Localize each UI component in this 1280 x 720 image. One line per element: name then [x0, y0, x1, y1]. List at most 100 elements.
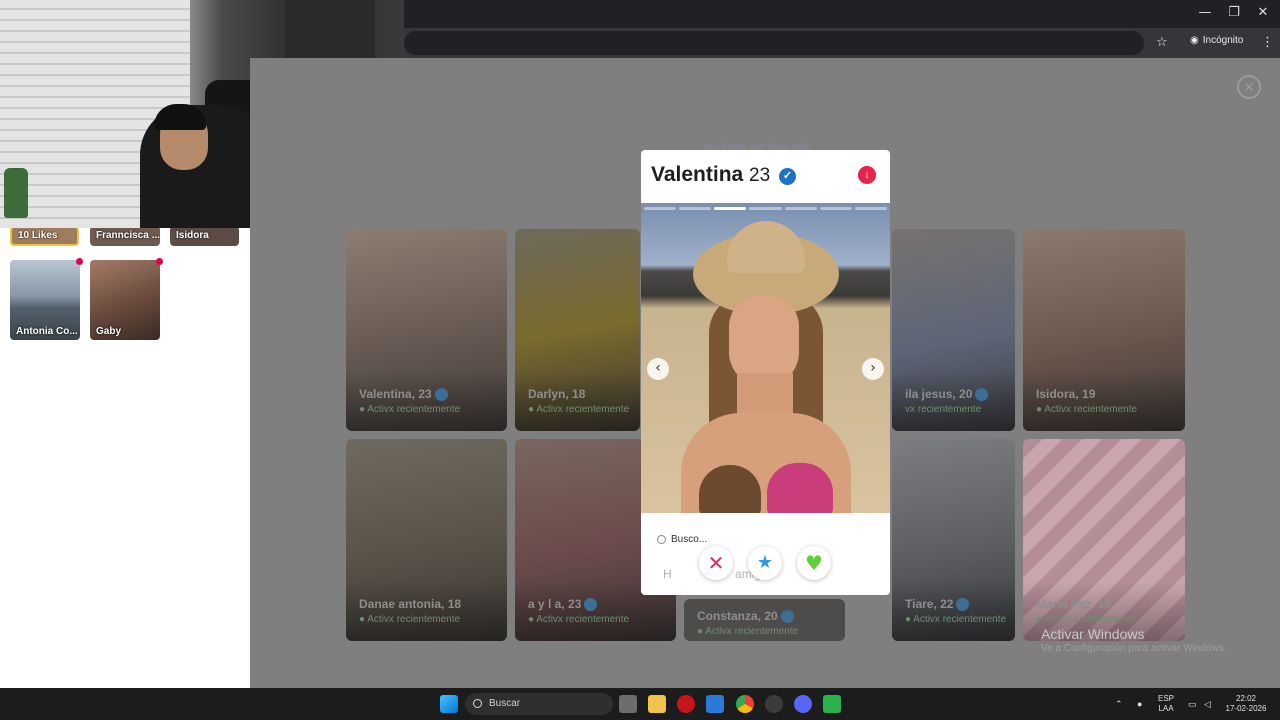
task-view-icon[interactable]: [619, 695, 637, 713]
photo-progress-segment: [854, 207, 887, 210]
photo-progress-segment: [644, 207, 677, 210]
match-tile[interactable]: Gaby: [90, 260, 160, 340]
like-card[interactable]: ila jesus, 20 vx recientemente: [892, 229, 1015, 431]
card-status: ● Activx recientemente: [528, 404, 630, 415]
photo-progress-segment: [819, 207, 852, 210]
windows-taskbar: Buscar ⌃ ● ESP LAA ▭ ◁ 22:02 17-02-2026: [0, 688, 1280, 720]
bookmark-star-icon[interactable]: ☆: [1156, 35, 1168, 50]
start-button[interactable]: [440, 695, 458, 713]
app-icon[interactable]: [706, 695, 724, 713]
match-tile-label: Franncisca ...: [96, 230, 160, 241]
like-card[interactable]: Constanza, 20 ● Activx recientemente: [684, 599, 845, 641]
photo-progress-segment: [784, 207, 817, 210]
profile-age: 23: [749, 165, 771, 186]
match-tile-label: Antonia Co...: [16, 326, 78, 337]
chrome-icon[interactable]: [736, 695, 754, 713]
new-match-dot: [76, 258, 83, 265]
microphone-icon[interactable]: ●: [1137, 699, 1142, 709]
verified-icon: [584, 598, 598, 611]
card-name: Darlyn, 18: [528, 387, 586, 401]
address-bar[interactable]: [404, 31, 1144, 55]
app-icon[interactable]: [823, 695, 841, 713]
discord-icon[interactable]: [794, 695, 812, 713]
like-card[interactable]: Tiare, 22 ● Activx recientemente: [892, 439, 1015, 641]
like-card[interactable]: Valentina, 23 ● Activx recientemente: [346, 229, 507, 431]
photo-progress-segment: [749, 207, 782, 210]
card-shade: [892, 581, 1015, 641]
match-tile[interactable]: Isidora: [170, 226, 239, 246]
card-shade: [515, 371, 640, 431]
profile-title: Valentina 23 ✓: [651, 163, 797, 187]
likes-tile[interactable]: 10 Likes: [10, 226, 79, 246]
language-indicator[interactable]: ESP LAA: [1158, 694, 1174, 714]
card-status: ● Activx recientemente: [359, 404, 461, 415]
heart-icon: ♥: [805, 551, 823, 575]
card-name: ila jesus, 20: [905, 387, 989, 401]
card-name: Constanza, 20: [697, 609, 794, 623]
nope-button[interactable]: ✕: [699, 546, 733, 580]
card-shade: [1023, 371, 1185, 431]
new-match-dot: [156, 258, 163, 265]
previous-photo-icon[interactable]: ‹: [647, 358, 669, 380]
like-card[interactable]: Isidora, 19 ● Activx recientemente: [1023, 229, 1185, 431]
card-status: ● Activx recientemente: [1036, 404, 1138, 415]
like-card[interactable]: Danae antonia, 18 ● Activx recientemente: [346, 439, 507, 641]
photo-hat-crown: [727, 221, 805, 273]
nope-icon: ✕: [707, 551, 725, 575]
maximize-button[interactable]: ❐: [1224, 5, 1244, 20]
opera-icon[interactable]: [677, 695, 695, 713]
profile-photo[interactable]: ‹ ›: [641, 203, 890, 513]
activate-windows-subtitle: Ve a Configuración para activar Windows.: [1041, 643, 1227, 654]
looking-for-row: Busco...: [657, 534, 707, 545]
chrome-incognito-icon[interactable]: [765, 695, 783, 713]
search-icon: [657, 535, 666, 544]
tray-expand-icon[interactable]: ⌃: [1115, 699, 1123, 709]
browser-menu-icon[interactable]: ⋮: [1261, 35, 1274, 50]
close-overlay-icon[interactable]: ✕: [1237, 75, 1261, 99]
card-name: Valentina, 23: [359, 387, 448, 401]
match-tile[interactable]: Franncisca ...: [90, 226, 160, 246]
clock[interactable]: 22:02 17-02-2026: [1222, 694, 1270, 714]
card-shade: [346, 581, 507, 641]
card-name: Isidora, 19: [1036, 387, 1096, 401]
card-shade: [346, 371, 507, 431]
search-icon: [473, 699, 482, 708]
verified-check-icon: ✓: [779, 168, 797, 185]
card-status: ● Activx recientemente: [528, 614, 630, 625]
verified-icon: [956, 598, 970, 611]
match-tile-label: Gaby: [96, 326, 122, 337]
card-status: vx recientemente: [905, 404, 982, 415]
activate-windows-title: Activar Windows: [1041, 626, 1145, 642]
network-icon[interactable]: ▭: [1188, 699, 1197, 709]
close-window-button[interactable]: ✕: [1253, 5, 1273, 20]
profile-modal: Valentina 23 ✓ ↓ ‹ › Busco... H amig ✕ ★…: [641, 150, 890, 595]
card-name: Tiare, 22: [905, 597, 970, 611]
verified-icon: [780, 610, 794, 623]
photo-bikini-right: [767, 463, 833, 513]
taskbar-search-placeholder: Buscar: [489, 698, 521, 709]
next-photo-icon[interactable]: ›: [862, 358, 884, 380]
card-status: ● Activx recientemente: [697, 626, 799, 637]
like-card[interactable]: Darlyn, 18 ● Activx recientemente: [515, 229, 640, 431]
collapse-profile-button[interactable]: ↓: [858, 166, 876, 184]
super-like-button[interactable]: ★: [748, 546, 782, 580]
volume-icon[interactable]: ◁: [1204, 699, 1211, 709]
taskbar-search[interactable]: Buscar: [465, 693, 613, 715]
card-status: ● Activx recientemente: [1036, 614, 1138, 625]
like-button[interactable]: ♥: [797, 546, 831, 580]
minimize-button[interactable]: —: [1195, 5, 1215, 20]
incognito-icon: ◉: [1190, 35, 1199, 46]
like-card[interactable]: Maria Paz, 19 ● Activx recientemente: [1023, 439, 1185, 641]
card-shade: [892, 371, 1015, 431]
incognito-indicator[interactable]: ◉ Incógnito: [1190, 35, 1243, 46]
likes-tile-label: 10 Likes: [18, 230, 58, 241]
incognito-label: Incógnito: [1202, 35, 1244, 46]
card-status: ● Activx recientemente: [359, 614, 461, 625]
card-name: Maria Paz, 19: [1036, 597, 1112, 611]
match-tile[interactable]: Antonia Co...: [10, 260, 80, 340]
bottle: [4, 168, 28, 218]
verified-icon: [975, 388, 989, 401]
card-status: ● Activx recientemente: [905, 614, 1007, 625]
star-icon: ★: [756, 552, 774, 573]
file-explorer-icon[interactable]: [648, 695, 666, 713]
